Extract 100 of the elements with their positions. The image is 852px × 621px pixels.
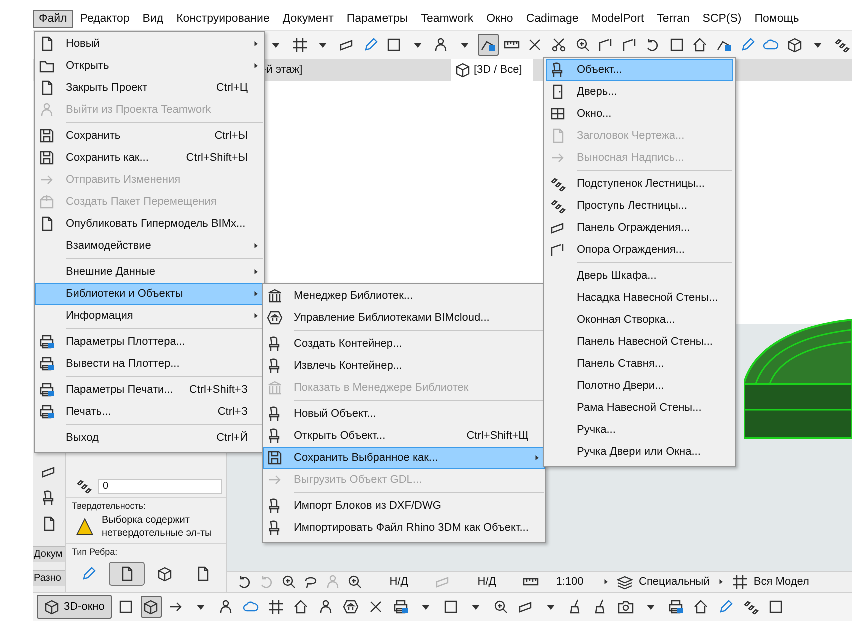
zoom-icon [574, 37, 591, 53]
toolbar-button[interactable] [140, 596, 162, 618]
menu-item[interactable]: Опубликовать Гипермодель BIMx... [35, 213, 264, 235]
status-value: Специальный [639, 576, 710, 588]
cube-icon [157, 566, 173, 582]
menu-item[interactable]: Параметры Печати... Ctrl+Shift+З [35, 379, 264, 401]
shortcut-label: Ctrl+Shift+Щ [466, 430, 529, 442]
undo-icon [259, 574, 275, 590]
printer-icon [393, 599, 410, 615]
printer-icon [39, 356, 55, 372]
post-icon [598, 37, 614, 53]
menu-title[interactable]: Документ [276, 10, 340, 28]
section-label: Тип Ребра: [66, 543, 226, 557]
person-icon [318, 599, 334, 615]
shortcut-label: Ctrl+Й [216, 432, 248, 444]
menu-title[interactable]: Редактор [74, 10, 136, 28]
printer-icon [668, 599, 684, 615]
menu-item[interactable]: Менеджер Библиотек... [263, 285, 545, 307]
menu-item[interactable]: Импорт Блоков из DXF/DWG [263, 495, 545, 517]
side-tab[interactable]: Докум [33, 546, 65, 562]
cross-icon [368, 599, 384, 615]
undo-icon [237, 574, 253, 590]
menu-item[interactable]: Параметры Плоттера... [35, 331, 264, 353]
menu-item[interactable]: Оконная Створка... [546, 309, 733, 331]
warning-icon [76, 518, 94, 536]
menu-item[interactable]: Насадка Навесной Стены... [546, 287, 733, 309]
menu-title[interactable]: SCP(S) [696, 10, 748, 28]
building-icon [267, 288, 283, 304]
solidity-note: Выборка содержит нетвердотельные эл-ты [101, 514, 214, 540]
stair-icon [550, 176, 566, 192]
menu-item[interactable]: Выход Ctrl+Й [35, 427, 264, 449]
pen-icon [740, 37, 756, 53]
window-icon [550, 106, 566, 122]
menu-item[interactable]: Извлечь Контейнер... [263, 355, 545, 377]
edge-type-button[interactable] [109, 562, 145, 586]
menu-item[interactable]: Открыть Объект... Ctrl+Shift+Щ [263, 425, 545, 447]
menu-item[interactable]: Сохранить Ctrl+Ы [35, 125, 264, 147]
cube-icon [455, 62, 471, 78]
house-icon [693, 599, 710, 615]
status-value: 1:100 [555, 576, 585, 588]
person-icon [39, 102, 55, 118]
menu-title[interactable]: Параметры [340, 10, 414, 28]
menu-item[interactable]: Панель Ставня... [546, 353, 733, 375]
menu-title[interactable]: Teamwork [415, 10, 480, 28]
shortcut-label: Ctrl+Shift+Ы [185, 152, 248, 164]
cube-icon [44, 599, 60, 615]
value-field[interactable]: 0 [98, 478, 222, 494]
side-tab[interactable]: Разно [33, 570, 65, 586]
menu-item[interactable]: Сохранить как... Ctrl+Shift+Ы [35, 147, 264, 169]
menu-title[interactable]: Вид [136, 10, 170, 28]
post-icon [622, 37, 638, 53]
menu-item[interactable]: Дверь... [546, 81, 733, 103]
menu-title[interactable]: Помощь [748, 10, 806, 28]
menu-item[interactable]: Внешние Данные [35, 261, 264, 283]
shortcut-label: Ctrl+Shift+З [188, 384, 248, 396]
menu-title[interactable]: Окно [480, 10, 520, 28]
view-button[interactable]: 3D-окно [37, 595, 112, 619]
menu-item[interactable]: Библиотеки и Объекты [35, 283, 264, 305]
pen-icon [81, 566, 97, 582]
menu-title[interactable]: ModelPort [586, 10, 650, 28]
menu-title[interactable]: Файл [33, 10, 74, 28]
menu-item[interactable]: Окно... [546, 103, 733, 125]
menu-item[interactable]: Проступь Лестницы... [546, 195, 733, 217]
shortcut-label: Ctrl+Ц [215, 82, 248, 94]
menu-title[interactable]: Конструирование [170, 10, 276, 28]
camera-icon [618, 599, 634, 615]
floppy-icon [267, 450, 283, 466]
stair-icon [834, 37, 850, 53]
building-icon [267, 380, 283, 396]
post-icon [550, 242, 566, 258]
house-icon [293, 599, 310, 615]
menu-title[interactable]: Terran [651, 10, 696, 28]
menu-item[interactable]: Импортировать Файл Rhino 3DM как Объект... [263, 517, 545, 539]
status-value: Н/Д [476, 576, 498, 588]
cross-icon [527, 37, 544, 53]
cube-icon [786, 37, 803, 53]
status-value: Вся Модел [754, 576, 810, 588]
square-icon [668, 37, 685, 53]
printer-icon [39, 334, 55, 350]
menu-item[interactable]: Новый Объект... [263, 403, 545, 425]
menu-item[interactable]: Ручка... [546, 419, 733, 441]
menu-item[interactable]: Подступенок Лестницы... [546, 173, 733, 195]
view-tab[interactable]: [3D / Все] [451, 59, 533, 81]
section-label: Твердотельность: [66, 497, 226, 511]
toolbar-button[interactable] [478, 34, 499, 56]
menu-item[interactable]: Рама Навесной Стены... [546, 397, 733, 419]
menu-item[interactable]: Полотно Двери... [546, 375, 733, 397]
person-icon [218, 599, 234, 615]
menu-item[interactable]: Дверь Шкафа... [546, 265, 733, 287]
menu-item[interactable]: Создать Контейнер... [263, 333, 545, 355]
menu-title[interactable]: Cadimage [520, 10, 585, 28]
menu-item[interactable]: Сохранить Выбранное как... [263, 447, 545, 469]
square-icon [768, 599, 784, 615]
house-icon [692, 37, 708, 53]
grid-icon [268, 599, 284, 615]
menu-item[interactable]: Ручка Двери или Окна... [546, 441, 733, 463]
menu-item[interactable]: Объект... [546, 59, 733, 81]
menu-item[interactable]: Панель Навесной Стены... [546, 331, 733, 353]
printer-icon [39, 382, 55, 398]
menu-item[interactable]: Панель Ограждения... [546, 217, 733, 239]
